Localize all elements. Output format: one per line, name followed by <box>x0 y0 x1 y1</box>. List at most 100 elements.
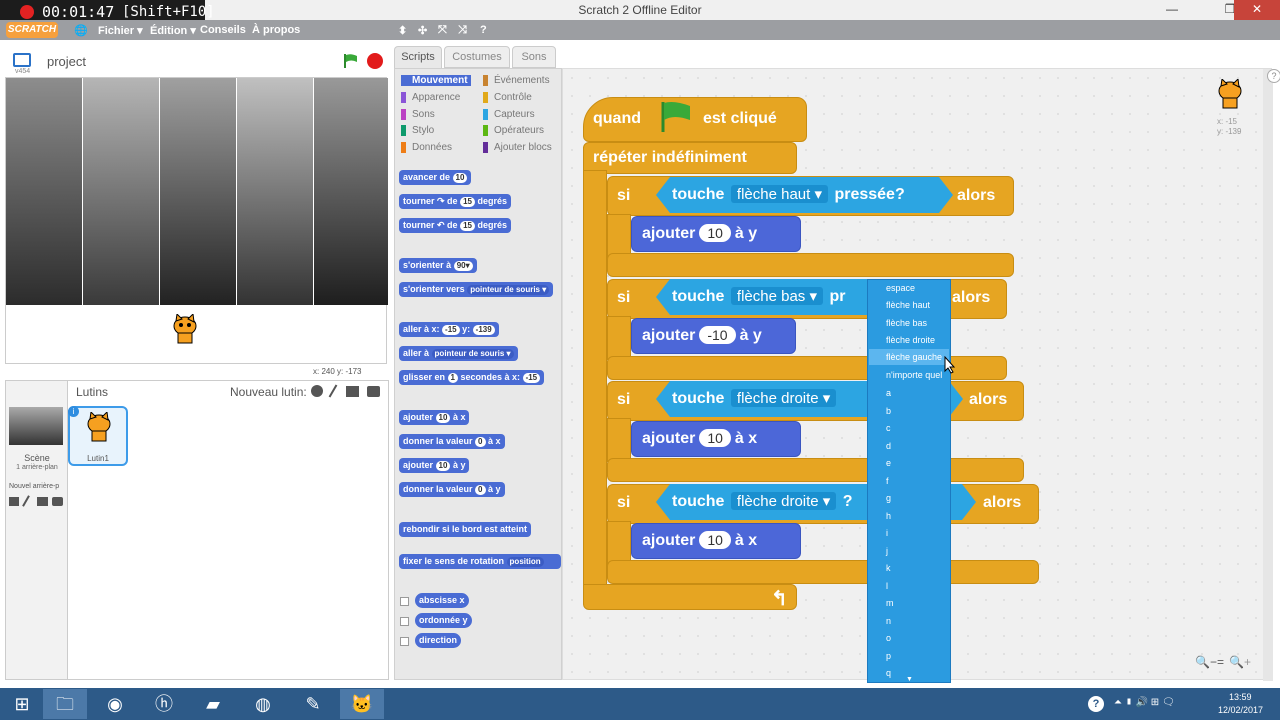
option-e[interactable]: e <box>886 458 891 468</box>
help-icon[interactable]: ? <box>480 24 487 36</box>
system-tray-icons[interactable]: ⏶ ▮ 🔊 ⊞ 🗨 <box>1114 697 1175 708</box>
block-ajouter-x[interactable]: ajouter 10 à x <box>399 410 470 425</box>
stage[interactable] <box>5 77 388 364</box>
option-f[interactable]: f <box>886 476 889 486</box>
option-q[interactable]: q <box>886 668 891 678</box>
option-h[interactable]: h <box>886 511 891 521</box>
green-flag-icon[interactable] <box>343 53 357 68</box>
option-nimporte-quel[interactable]: n'importe quel <box>886 370 942 380</box>
reporter-ordonnee[interactable]: ordonnée y <box>415 613 472 628</box>
brush-backdrop-icon[interactable] <box>22 495 30 507</box>
block-glisser[interactable]: glisser en 1 secondes à x: -15 <box>399 370 545 385</box>
block-ajouter-y[interactable]: ajouter 10 à y <box>399 458 470 473</box>
option-i[interactable]: i <box>886 528 888 538</box>
move-block-4[interactable]: ajouter 10 à x <box>631 523 801 559</box>
option-fleche-haut[interactable]: flèche haut <box>886 300 930 310</box>
menu-a-propos[interactable]: À propos <box>252 24 300 36</box>
category-ajouter-blocs[interactable]: Ajouter blocs <box>483 142 552 153</box>
chrome-icon[interactable]: ◍ <box>241 689 285 719</box>
block-donner-x[interactable]: donner la valeur 0 à x <box>399 434 505 449</box>
zoom-out-icon[interactable]: 🔍− <box>1195 655 1217 669</box>
camera-backdrop-icon[interactable] <box>52 497 63 506</box>
option-j[interactable]: j <box>886 546 888 556</box>
menu-fichier[interactable]: Fichier ▾ <box>98 24 143 37</box>
tab-sons[interactable]: Sons <box>512 46 556 68</box>
upload-backdrop-icon[interactable] <box>37 497 48 506</box>
option-g[interactable]: g <box>886 493 891 503</box>
help-icon[interactable]: ? <box>1267 69 1280 83</box>
option-c[interactable]: c <box>886 423 891 433</box>
scroll-down-icon[interactable]: ▼ <box>906 676 913 683</box>
option-m[interactable]: m <box>886 598 894 608</box>
folder-app-icon[interactable]: ▰ <box>191 689 235 719</box>
close-button[interactable]: ✕ <box>1234 0 1280 20</box>
vertical-scrollbar[interactable] <box>1263 69 1273 681</box>
menu-conseils[interactable]: Conseils <box>200 24 246 36</box>
cat-sprite[interactable] <box>168 312 202 348</box>
option-b[interactable]: b <box>886 406 891 416</box>
block-orienter-a[interactable]: s'orienter à 90▾ <box>399 258 477 273</box>
move-block-3[interactable]: ajouter 10 à x <box>631 421 801 457</box>
tab-scripts[interactable]: Scripts <box>394 46 442 68</box>
option-o[interactable]: o <box>886 633 891 643</box>
zoom-reset-icon[interactable]: = <box>1217 655 1224 669</box>
block-donner-y[interactable]: donner la valeur 0 à y <box>399 482 505 497</box>
media-app-icon[interactable]: ◉ <box>93 689 137 719</box>
scratch-taskbar-icon[interactable]: 🐱 <box>340 689 384 719</box>
project-name-field[interactable]: project <box>47 54 86 69</box>
block-orienter-vers[interactable]: s'orienter vers pointeur de souris ▾ <box>399 282 554 297</box>
option-p[interactable]: p <box>886 651 891 661</box>
category-mouvement[interactable]: Mouvement <box>401 75 471 86</box>
app-icon[interactable]: ✎ <box>291 689 335 719</box>
duplicate-icon[interactable]: ⬍ <box>398 24 407 37</box>
key-dropdown-menu[interactable]: espace flèche haut flèche bas flèche dro… <box>867 279 951 683</box>
category-stylo[interactable]: Stylo <box>401 125 434 136</box>
category-capteurs[interactable]: Capteurs <box>483 109 535 120</box>
checkbox-abscisse[interactable] <box>400 597 409 606</box>
menu-edition[interactable]: Édition ▾ <box>150 24 196 37</box>
block-rebondir[interactable]: rebondir si le bord est atteint <box>399 522 532 537</box>
option-fleche-droite[interactable]: flèche droite <box>886 335 935 345</box>
block-tourner-gauche[interactable]: tourner ↶ de 15 degrés <box>399 218 511 233</box>
paint-sprite-icon[interactable] <box>328 384 338 398</box>
move-block-1[interactable]: ajouter 10 à y <box>631 216 801 252</box>
category-donnees[interactable]: Données <box>401 142 452 153</box>
option-fleche-bas[interactable]: flèche bas <box>886 318 927 328</box>
category-operateurs[interactable]: Opérateurs <box>483 125 544 136</box>
grow-icon[interactable]: ⤧ <box>438 24 447 37</box>
category-controle[interactable]: Contrôle <box>483 92 532 103</box>
stop-icon[interactable] <box>367 53 383 69</box>
option-a[interactable]: a <box>886 388 891 398</box>
minimize-button[interactable]: — <box>1158 0 1186 20</box>
fullscreen-icon[interactable] <box>13 53 31 67</box>
category-sons[interactable]: Sons <box>401 109 435 120</box>
block-aller-a-xy[interactable]: aller à x: -15 y: -139 <box>399 322 499 337</box>
zoom-in-icon[interactable]: 🔍+ <box>1229 655 1251 669</box>
block-tourner-droite[interactable]: tourner ↷ de 15 degrés <box>399 194 511 209</box>
option-d[interactable]: d <box>886 441 891 451</box>
upload-sprite-icon[interactable] <box>346 386 359 397</box>
reporter-abscisse[interactable]: abscisse x <box>415 593 469 608</box>
globe-icon[interactable]: 🌐 <box>74 24 88 37</box>
tab-costumes[interactable]: Costumes <box>444 46 510 68</box>
reporter-direction[interactable]: direction <box>415 633 462 648</box>
option-k[interactable]: k <box>886 563 891 573</box>
file-explorer-icon[interactable]: 🗀 <box>43 689 87 719</box>
camera-sprite-icon[interactable] <box>367 386 380 397</box>
sprite-info-icon[interactable]: i <box>68 406 79 417</box>
option-l[interactable]: l <box>886 581 888 591</box>
sensing-key-1[interactable]: touche flèche haut ▾ pressée? <box>656 177 953 213</box>
checkbox-ordonnee[interactable] <box>400 617 409 626</box>
shrink-icon[interactable]: ⤨ <box>458 24 467 37</box>
category-evenements[interactable]: Événements <box>483 75 550 86</box>
block-aller-a[interactable]: aller à pointeur de souris ▾ <box>399 346 518 361</box>
delete-icon[interactable]: ✣ <box>418 24 427 37</box>
block-sens-rotation[interactable]: fixer le sens de rotation position <box>399 554 561 569</box>
move-block-2[interactable]: ajouter -10 à y <box>631 318 796 354</box>
paint-backdrop-icon[interactable] <box>9 497 19 506</box>
library-sprite-icon[interactable] <box>311 385 323 397</box>
scene-thumbnail[interactable] <box>9 407 63 445</box>
block-avancer[interactable]: avancer de 10 <box>399 170 472 185</box>
windows-start-icon[interactable]: ⊞ <box>0 689 44 719</box>
option-n[interactable]: n <box>886 616 891 626</box>
